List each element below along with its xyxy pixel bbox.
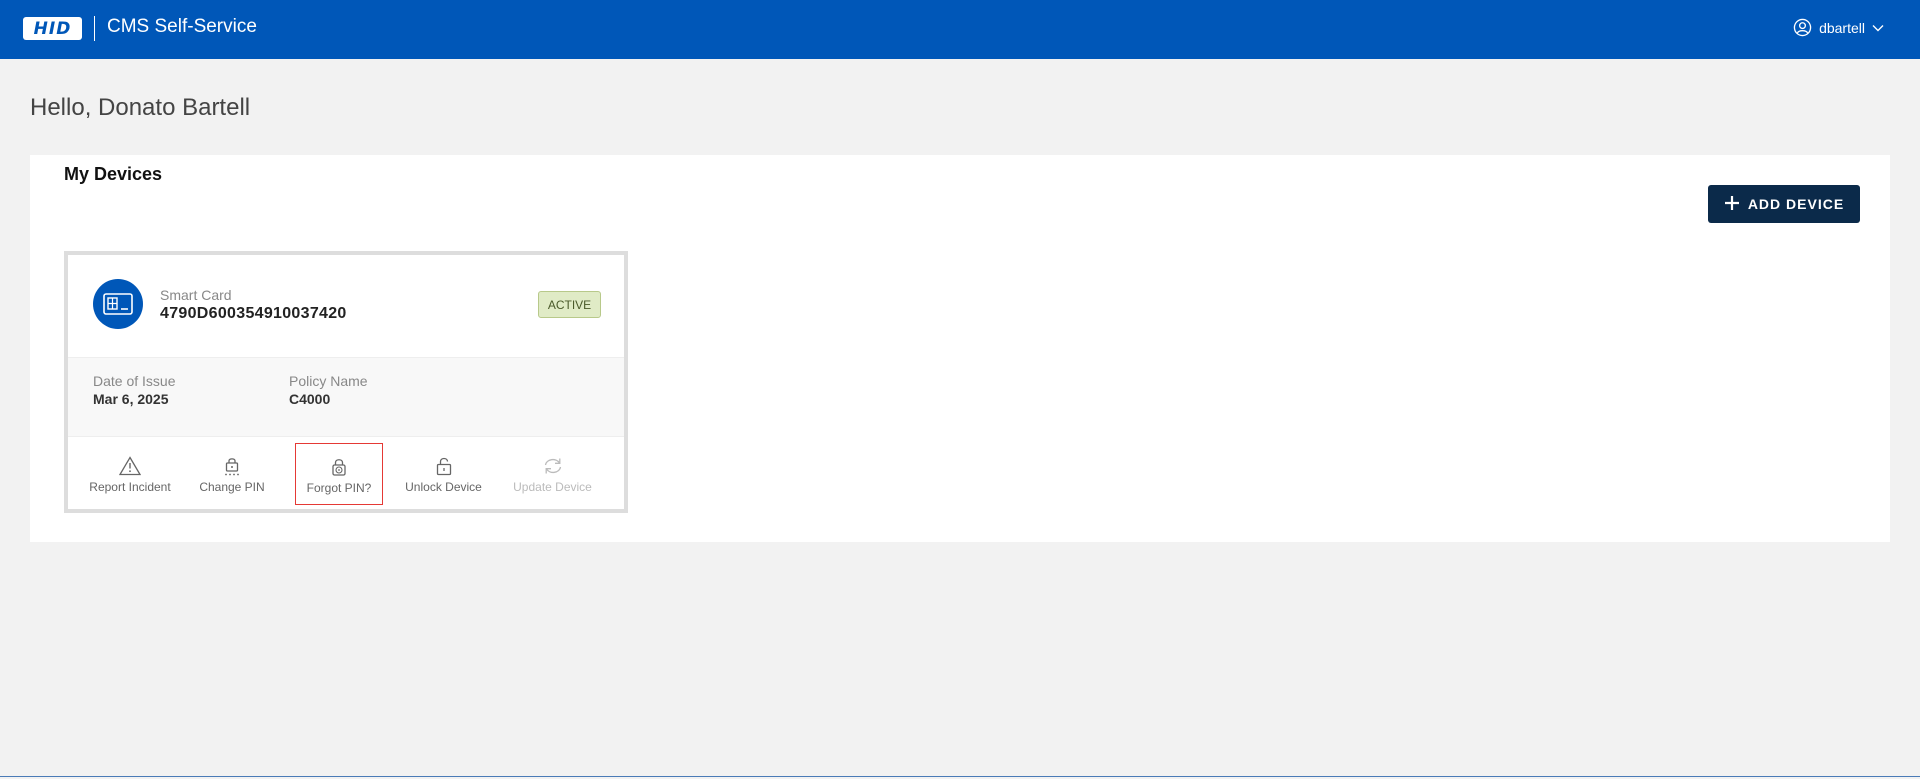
unlock-device-button[interactable]: Unlock Device: [396, 443, 491, 505]
username: dbartell: [1819, 19, 1865, 36]
date-of-issue-value: Mar 6, 2025: [93, 391, 169, 407]
logo-divider: [94, 16, 95, 41]
policy-name-label: Policy Name: [289, 373, 368, 389]
plus-icon: [1724, 195, 1740, 214]
date-of-issue-label: Date of Issue: [93, 373, 176, 389]
policy-name-value: C4000: [289, 391, 331, 407]
lock-pin-icon: [222, 456, 242, 476]
change-pin-label: Change PIN: [199, 480, 265, 494]
device-info: Date of Issue Mar 6, 2025 Policy Name C4…: [68, 357, 624, 437]
forgot-pin-label: Forgot PIN?: [306, 481, 372, 495]
warning-icon: [119, 456, 141, 476]
greeting: Hello, Donato Bartell: [30, 94, 251, 121]
update-device-button[interactable]: Update Device: [505, 443, 600, 505]
change-pin-button[interactable]: Change PIN: [192, 443, 272, 505]
unlock-icon: [434, 456, 454, 476]
add-device-label: ADD DEVICE: [1747, 196, 1845, 212]
hid-logo[interactable]: HID: [23, 17, 82, 40]
device-type: Smart Card: [160, 287, 232, 303]
device-card-header: Smart Card 4790D600354910037420 ACTIVE: [68, 255, 624, 357]
device-id: 4790D600354910037420: [160, 305, 347, 322]
update-device-label: Update Device: [513, 480, 592, 494]
user-icon: [1793, 18, 1812, 37]
panel-title: My Devices: [64, 164, 163, 184]
report-incident-label: Report Incident: [89, 480, 171, 494]
forgot-pin-button[interactable]: Forgot PIN?: [295, 443, 383, 505]
report-incident-button[interactable]: Report Incident: [80, 443, 180, 505]
lock-question-icon: [329, 457, 349, 477]
smart-card-icon: [93, 279, 143, 329]
device-card: Smart Card 4790D600354910037420 ACTIVE D…: [64, 251, 628, 513]
my-devices-panel: My Devices ADD DEVICE Smart Card 4790D60…: [30, 155, 1890, 542]
unlock-device-label: Unlock Device: [405, 480, 482, 494]
refresh-icon: [542, 456, 564, 476]
logo-text: HID: [33, 18, 72, 39]
top-bar: HID CMS Self-Service dbartell: [0, 0, 1920, 59]
user-menu[interactable]: dbartell: [1793, 18, 1884, 37]
chevron-down-icon: [1872, 24, 1884, 32]
app-title: CMS Self-Service: [107, 16, 257, 37]
add-device-button[interactable]: ADD DEVICE: [1708, 185, 1860, 223]
device-actions: Report Incident Change PIN Forgot PIN? U…: [68, 437, 624, 513]
status-badge: ACTIVE: [538, 291, 601, 318]
bottom-border: [0, 776, 1920, 777]
